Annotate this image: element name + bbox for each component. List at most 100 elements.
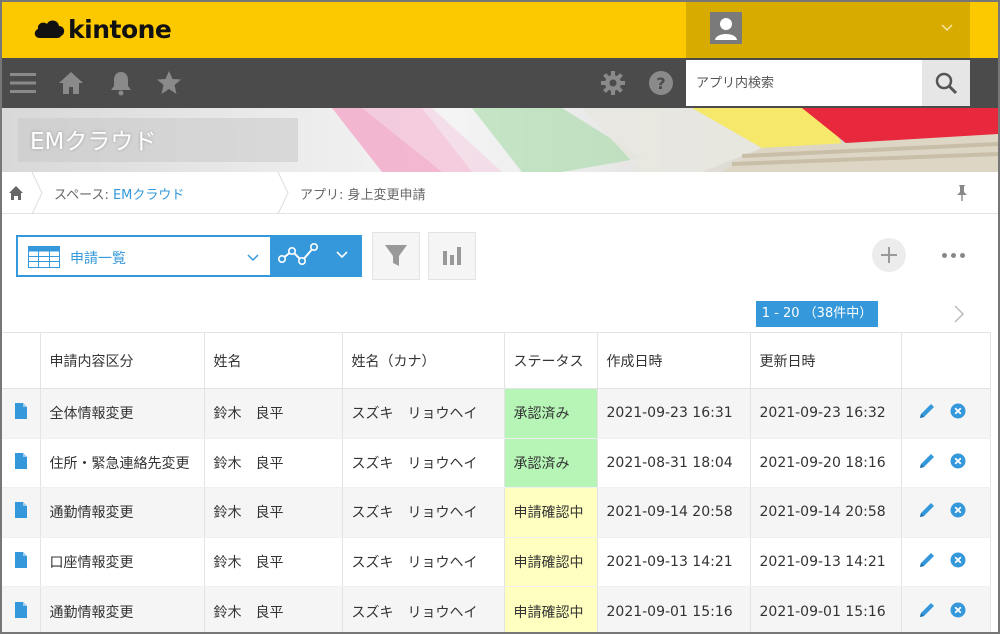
logo-text: kintone bbox=[68, 14, 172, 44]
chevron-down-icon bbox=[247, 254, 259, 262]
chevron-right-icon[interactable] bbox=[952, 304, 966, 324]
table-row[interactable]: 通勤情報変更 鈴木 良平 スズキ リョウヘイ 申請確認中 2021-09-14 20:5… bbox=[2, 487, 991, 538]
cell-created: 2021-09-01 15:16 bbox=[597, 586, 751, 632]
breadcrumb-space[interactable]: スペース: EMクラウド bbox=[54, 184, 184, 203]
pager-info: 1 - 20 （38件中） bbox=[756, 301, 878, 327]
table-header-row: 申請内容区分 姓名 姓名（カナ） ステータス 作成日時 更新日時 bbox=[2, 332, 991, 389]
record-detail-link[interactable] bbox=[2, 537, 41, 588]
view-name: 申請一覧 bbox=[70, 251, 126, 267]
cell-updated: 2021-09-14 20:58 bbox=[750, 487, 902, 538]
cell-created: 2021-09-13 14:21 bbox=[597, 537, 751, 588]
status-badge: 申請確認中 bbox=[504, 487, 598, 538]
search-button[interactable] bbox=[922, 60, 970, 106]
kintone-logo[interactable]: kintone bbox=[32, 12, 172, 46]
bar-chart-icon bbox=[443, 247, 461, 265]
home-icon[interactable] bbox=[8, 185, 24, 201]
graph-selector[interactable] bbox=[270, 235, 362, 277]
cell-category: 全体情報変更 bbox=[40, 388, 205, 439]
space-banner: EMクラウド bbox=[2, 108, 998, 172]
record-detail-link[interactable] bbox=[2, 586, 41, 632]
edit-button[interactable] bbox=[918, 551, 936, 573]
delete-button[interactable] bbox=[950, 453, 966, 473]
pencil-icon bbox=[919, 453, 934, 468]
cell-name: 鈴木 良平 bbox=[204, 438, 343, 489]
menu-icon[interactable] bbox=[10, 70, 36, 96]
table-row[interactable]: 住所・緊急連絡先変更 鈴木 良平 スズキ リョウヘイ 承認済み 2021-08-31 1… bbox=[2, 438, 991, 489]
edit-button[interactable] bbox=[918, 452, 936, 474]
column-header[interactable]: 姓名（カナ） bbox=[342, 332, 505, 389]
app-search-input[interactable] bbox=[686, 60, 922, 106]
graph-button[interactable] bbox=[428, 232, 476, 280]
close-circle-icon bbox=[950, 602, 965, 618]
more-options-button[interactable] bbox=[936, 246, 970, 264]
column-header[interactable]: 更新日時 bbox=[750, 332, 902, 389]
column-header-icon bbox=[2, 332, 41, 389]
cell-name: 鈴木 良平 bbox=[204, 537, 343, 588]
delete-button[interactable] bbox=[950, 602, 966, 622]
pin-icon[interactable] bbox=[954, 184, 970, 202]
document-icon bbox=[14, 552, 27, 569]
delete-button[interactable] bbox=[950, 403, 966, 423]
help-icon[interactable]: ? bbox=[648, 70, 674, 96]
pencil-icon bbox=[919, 503, 934, 518]
records-table: 申請内容区分 姓名 姓名（カナ） ステータス 作成日時 更新日時 全体情報変更鈴… bbox=[2, 332, 991, 632]
edit-button[interactable] bbox=[918, 402, 936, 424]
pencil-icon bbox=[919, 553, 934, 568]
cell-name: 鈴木 良平 bbox=[204, 586, 343, 632]
filter-button[interactable] bbox=[372, 232, 420, 280]
row-actions bbox=[901, 537, 991, 588]
column-header[interactable]: 作成日時 bbox=[597, 332, 751, 389]
column-header[interactable]: ステータス bbox=[504, 332, 598, 389]
document-icon bbox=[14, 601, 27, 618]
breadcrumb-space-link[interactable]: EMクラウド bbox=[113, 188, 184, 203]
table-row[interactable]: 口座情報変更 鈴木 良平 スズキ リョウヘイ 申請確認中 2021-09-13 14:2… bbox=[2, 537, 991, 588]
gear-icon[interactable] bbox=[600, 70, 626, 96]
cell-category: 住所・緊急連絡先変更 bbox=[40, 438, 205, 489]
column-header[interactable]: 姓名 bbox=[204, 332, 343, 389]
document-icon bbox=[14, 452, 27, 469]
user-menu[interactable] bbox=[686, 2, 970, 58]
row-actions bbox=[901, 388, 991, 439]
cell-updated: 2021-09-01 15:16 bbox=[750, 586, 902, 632]
close-circle-icon bbox=[950, 403, 965, 419]
cell-category: 通勤情報変更 bbox=[40, 586, 205, 632]
more-dot-icon bbox=[959, 252, 965, 258]
svg-text:?: ? bbox=[656, 74, 665, 93]
delete-button[interactable] bbox=[950, 552, 966, 572]
bell-icon[interactable] bbox=[108, 70, 134, 96]
cell-name: 鈴木 良平 bbox=[204, 388, 343, 439]
delete-button[interactable] bbox=[950, 502, 966, 522]
breadcrumb-space-prefix: スペース: bbox=[54, 188, 113, 203]
record-detail-link[interactable] bbox=[2, 487, 41, 538]
breadcrumb-separator bbox=[277, 172, 289, 214]
more-dot-icon bbox=[950, 252, 956, 258]
cell-kana: スズキ リョウヘイ bbox=[342, 388, 505, 439]
avatar bbox=[710, 12, 742, 44]
cell-updated: 2021-09-20 18:16 bbox=[750, 438, 902, 489]
row-actions bbox=[901, 438, 991, 489]
status-badge: 申請確認中 bbox=[504, 586, 598, 632]
cell-kana: スズキ リョウヘイ bbox=[342, 438, 505, 489]
breadcrumb: スペース: EMクラウド アプリ: 身上変更申請 bbox=[2, 172, 998, 214]
table-view-icon bbox=[28, 246, 60, 268]
table-row[interactable]: 通勤情報変更 鈴木 良平 スズキ リョウヘイ 申請確認中 2021-09-01 15:1… bbox=[2, 586, 991, 632]
status-badge: 承認済み bbox=[504, 438, 598, 489]
edit-button[interactable] bbox=[918, 601, 936, 623]
plus-icon bbox=[881, 247, 897, 263]
add-record-button[interactable] bbox=[872, 238, 906, 272]
home-icon[interactable] bbox=[58, 70, 84, 96]
view-selector[interactable]: 申請一覧 bbox=[16, 235, 270, 277]
record-detail-link[interactable] bbox=[2, 438, 41, 489]
column-header[interactable]: 申請内容区分 bbox=[40, 332, 205, 389]
line-graph-icon bbox=[278, 243, 348, 265]
star-icon[interactable] bbox=[156, 70, 182, 96]
cell-created: 2021-08-31 18:04 bbox=[597, 438, 751, 489]
chevron-down-icon bbox=[941, 24, 953, 32]
edit-button[interactable] bbox=[918, 501, 936, 523]
record-detail-link[interactable] bbox=[2, 388, 41, 439]
table-row[interactable]: 全体情報変更 鈴木 良平 スズキ リョウヘイ 承認済み 2021-09-23 16:31… bbox=[2, 388, 991, 439]
cell-created: 2021-09-23 16:31 bbox=[597, 388, 751, 439]
breadcrumb-app: アプリ: 身上変更申請 bbox=[300, 188, 426, 203]
search-icon bbox=[935, 72, 958, 95]
close-circle-icon bbox=[950, 552, 965, 568]
